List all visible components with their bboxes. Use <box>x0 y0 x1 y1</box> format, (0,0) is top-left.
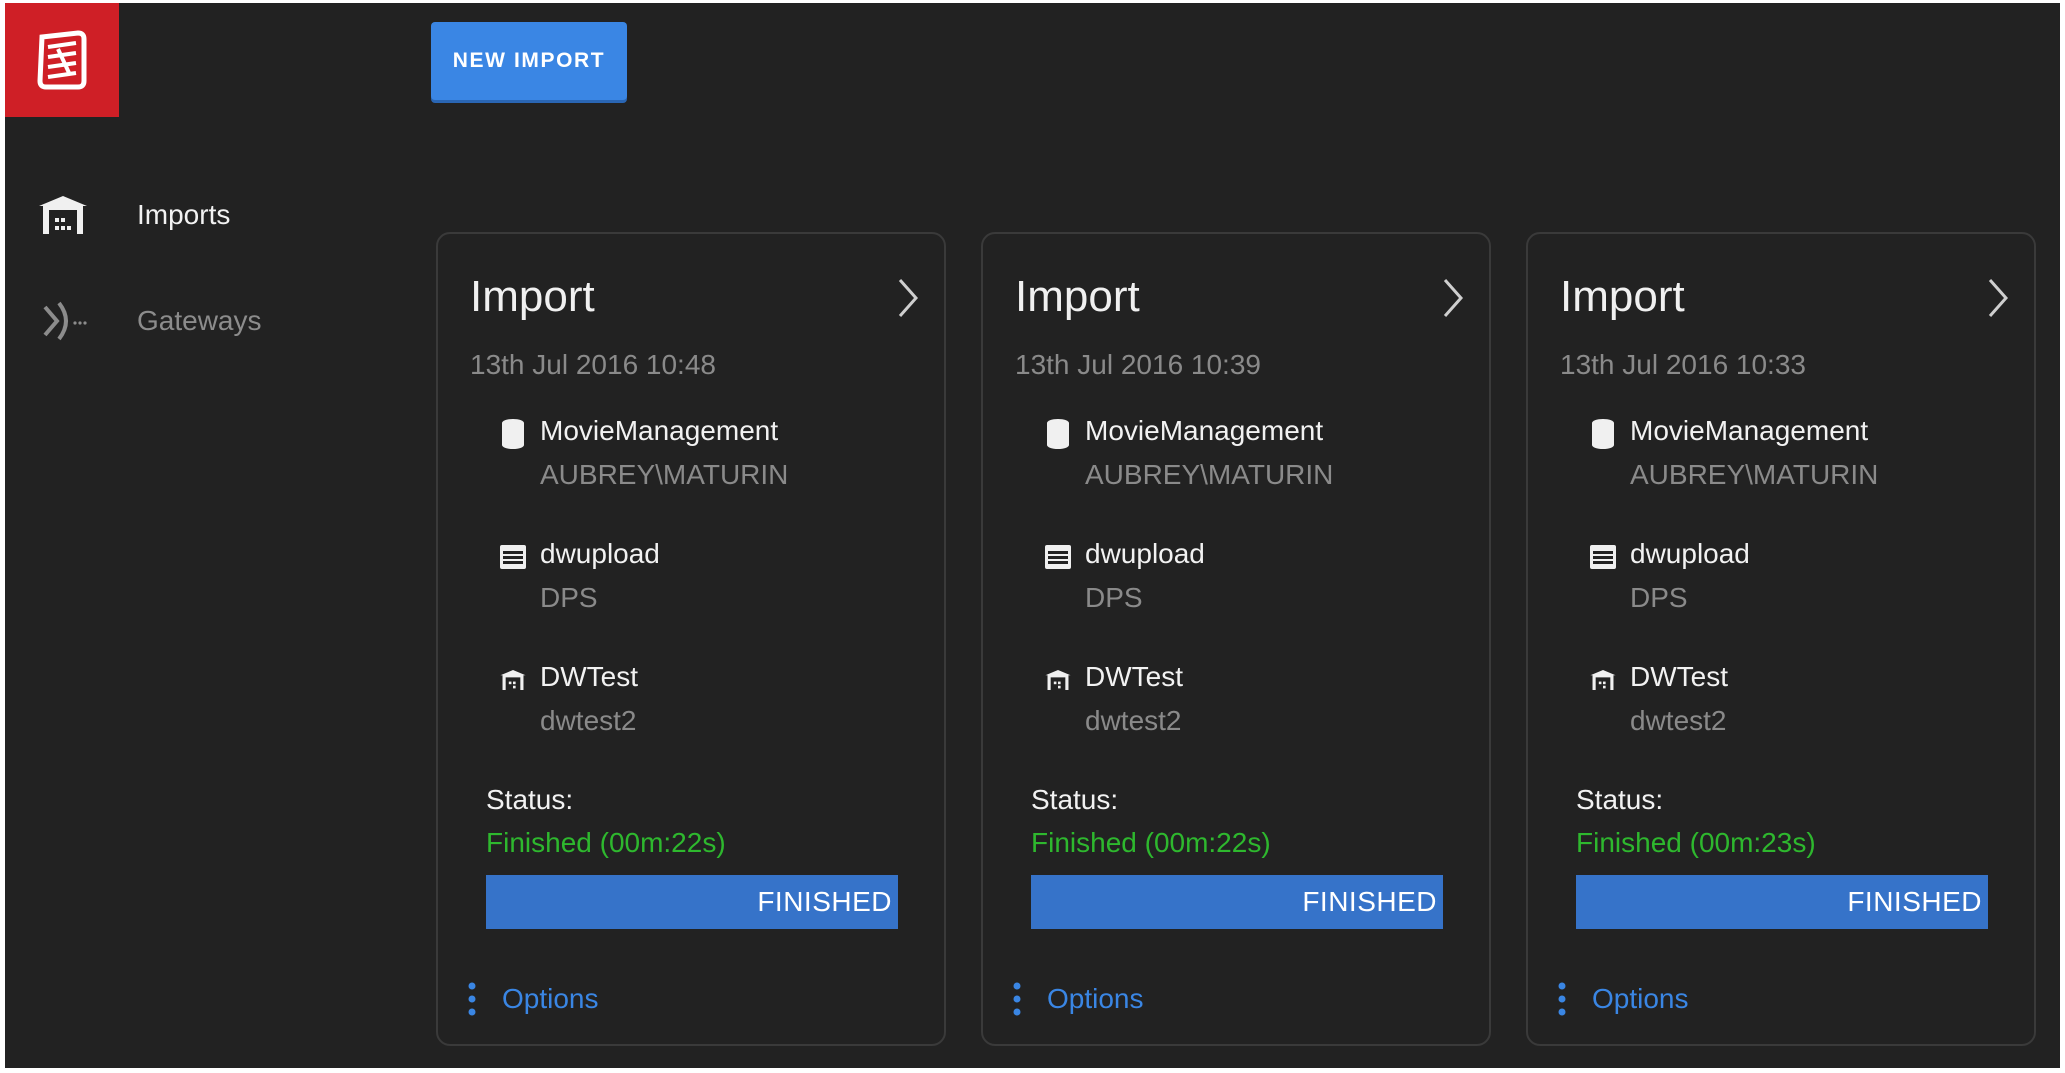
warehouse-name: DWTest <box>1085 661 1183 692</box>
progress-label: FINISHED <box>757 886 892 917</box>
progress-label: FINISHED <box>1302 886 1437 917</box>
options-button[interactable]: Options <box>1011 974 1211 1024</box>
card-title: Import <box>1560 272 1685 321</box>
status-label: Status: <box>486 784 574 815</box>
database-icon <box>1043 417 1073 451</box>
warehouse-icon <box>498 663 528 697</box>
options-label: Options <box>1592 983 1689 1014</box>
source-schema: DPS <box>540 582 598 613</box>
database-name: MovieManagement <box>1085 415 1324 446</box>
source-schema: DPS <box>1085 582 1143 613</box>
warehouse-info: DWTest dwtest2 <box>1043 661 1463 751</box>
source-schema: DPS <box>1630 582 1688 613</box>
table-icon <box>1043 540 1073 574</box>
sidebar-item-label: Imports <box>137 199 231 230</box>
database-server: AUBREY\MATURIN <box>1085 459 1334 490</box>
progress-bar: FINISHED <box>486 875 898 929</box>
card-date: 13th Jul 2016 10:39 <box>1015 349 1261 380</box>
database-name: MovieManagement <box>1630 415 1869 446</box>
status-label: Status: <box>1576 784 1664 815</box>
chevron-right-icon[interactable] <box>1982 276 2012 320</box>
more-vertical-icon <box>468 982 476 1016</box>
table-icon <box>1588 540 1618 574</box>
source-name: dwupload <box>540 538 660 569</box>
logo-icon <box>37 30 87 90</box>
sidebar-item-imports[interactable]: Imports <box>5 175 385 255</box>
database-server: AUBREY\MATURIN <box>540 459 789 490</box>
import-card: Import 13th Jul 2016 10:33 MovieManageme… <box>1526 232 2036 1046</box>
warehouse-icon <box>1588 663 1618 697</box>
progress-label: FINISHED <box>1847 886 1982 917</box>
source-info: dwupload DPS <box>1588 538 2008 628</box>
sidebar-item-gateways[interactable]: Gateways <box>5 281 385 361</box>
database-info: MovieManagement AUBREY\MATURIN <box>1588 415 2008 505</box>
options-label: Options <box>1047 983 1144 1014</box>
database-icon <box>498 417 528 451</box>
card-title: Import <box>470 272 595 321</box>
status-text: Finished (00m:23s) <box>1576 827 1816 858</box>
status-text: Finished (00m:22s) <box>486 827 726 858</box>
new-import-button[interactable]: NEW IMPORT <box>431 22 627 100</box>
database-icon <box>1588 417 1618 451</box>
import-card: Import 13th Jul 2016 10:39 MovieManageme… <box>981 232 1491 1046</box>
warehouse-name: DWTest <box>1630 661 1728 692</box>
app-logo[interactable] <box>5 3 119 117</box>
warehouse-info: DWTest dwtest2 <box>1588 661 2008 751</box>
database-server: AUBREY\MATURIN <box>1630 459 1879 490</box>
gateway-icon <box>35 297 91 345</box>
chevron-right-icon[interactable] <box>1437 276 1467 320</box>
more-vertical-icon <box>1558 982 1566 1016</box>
warehouse-info: DWTest dwtest2 <box>498 661 918 751</box>
database-name: MovieManagement <box>540 415 779 446</box>
app-window: Imports Gateways NEW IMPORT Import 13th … <box>5 3 2060 1068</box>
warehouse-icon <box>1043 663 1073 697</box>
status-text: Finished (00m:22s) <box>1031 827 1271 858</box>
database-info: MovieManagement AUBREY\MATURIN <box>498 415 918 505</box>
source-info: dwupload DPS <box>1043 538 1463 628</box>
table-icon <box>498 540 528 574</box>
chevron-right-icon[interactable] <box>892 276 922 320</box>
status-label: Status: <box>1031 784 1119 815</box>
progress-bar: FINISHED <box>1031 875 1443 929</box>
warehouse-name: DWTest <box>540 661 638 692</box>
progress-bar: FINISHED <box>1576 875 1988 929</box>
options-button[interactable]: Options <box>466 974 666 1024</box>
sidebar-item-label: Gateways <box>137 305 262 336</box>
card-date: 13th Jul 2016 10:48 <box>470 349 716 380</box>
card-title: Import <box>1015 272 1140 321</box>
warehouse-icon <box>35 191 91 239</box>
source-name: dwupload <box>1085 538 1205 569</box>
warehouse-instance: dwtest2 <box>540 705 637 736</box>
source-name: dwupload <box>1630 538 1750 569</box>
options-label: Options <box>502 983 599 1014</box>
database-info: MovieManagement AUBREY\MATURIN <box>1043 415 1463 505</box>
options-button[interactable]: Options <box>1556 974 1756 1024</box>
card-date: 13th Jul 2016 10:33 <box>1560 349 1806 380</box>
more-vertical-icon <box>1013 982 1021 1016</box>
import-card: Import 13th Jul 2016 10:48 MovieManageme… <box>436 232 946 1046</box>
warehouse-instance: dwtest2 <box>1085 705 1182 736</box>
source-info: dwupload DPS <box>498 538 918 628</box>
warehouse-instance: dwtest2 <box>1630 705 1727 736</box>
